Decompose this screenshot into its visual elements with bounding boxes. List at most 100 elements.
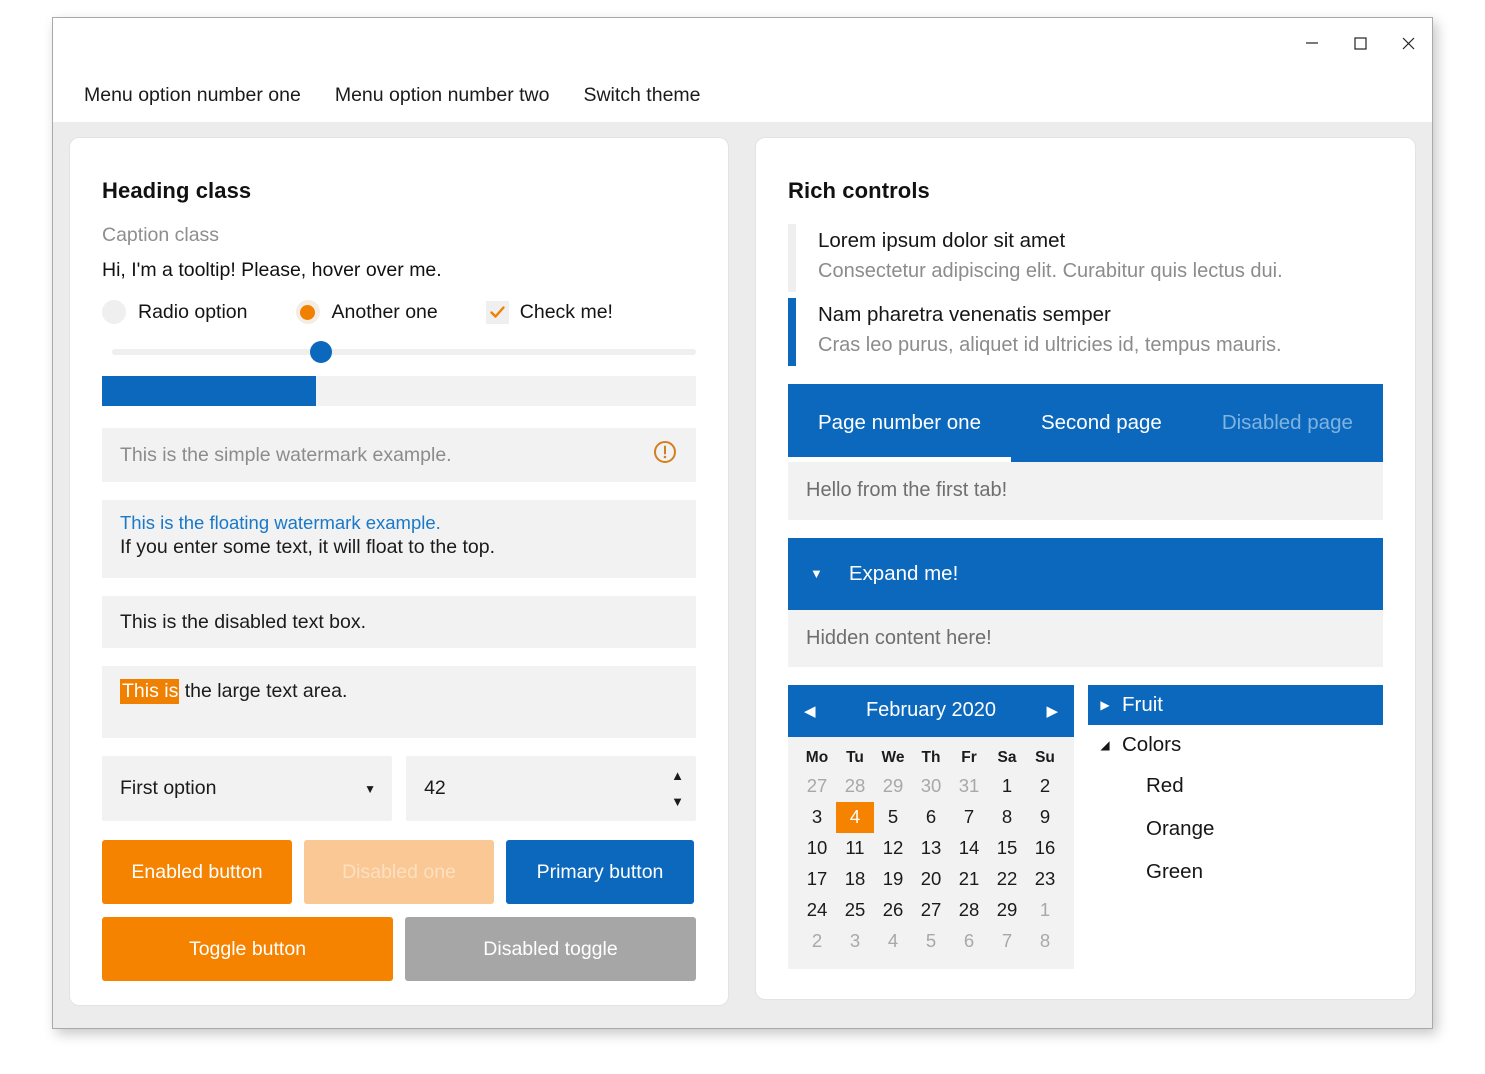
calendar-day[interactable]: 11 [836,833,874,864]
calendar-day[interactable]: 29 [874,771,912,802]
tree-child-red[interactable]: Red [1088,765,1383,808]
calendar-week-row: 3456789 [798,801,1064,833]
calendar-day[interactable]: 2 [1026,771,1064,802]
list-item-accent-bar [788,297,796,366]
calendar-day[interactable]: 28 [950,895,988,926]
calendar-day[interactable]: 1 [1026,895,1064,926]
calendar-day[interactable]: 5 [874,802,912,833]
slider[interactable] [102,338,696,366]
menu-bar: Menu option number one Menu option numbe… [53,68,1432,122]
right-heading: Rich controls [788,178,930,203]
large-textarea[interactable]: This is the large text area. [102,666,696,738]
spinner-arrows[interactable]: ▲ ▼ [671,756,684,821]
dropdown-select[interactable]: First option ▼ [102,756,393,821]
calendar-day[interactable]: 21 [950,864,988,895]
tree-node-fruit[interactable]: ▶ Fruit [1088,684,1383,725]
calendar-day[interactable]: 27 [798,771,836,802]
primary-button[interactable]: Primary button [506,840,694,904]
calendar-day[interactable]: 10 [798,833,836,864]
calendar-day[interactable]: 23 [1026,864,1064,895]
tab-page-number-one[interactable]: Page number one [788,384,1011,462]
calendar-day[interactable]: 6 [912,802,950,833]
calendar-day[interactable]: 7 [950,802,988,833]
calendar-day[interactable]: 28 [836,771,874,802]
calendar-day[interactable]: 13 [912,833,950,864]
title-bar [53,18,1432,68]
calendar-day[interactable]: 18 [836,864,874,895]
calendar-day[interactable]: 30 [912,771,950,802]
toggle-button[interactable]: Toggle button [102,917,393,981]
minimize-button[interactable] [1288,18,1336,68]
calendar-day[interactable]: 2 [798,926,836,957]
left-panel: Heading class Caption class Hi, I'm a to… [69,137,729,1006]
number-spinner[interactable]: 42 ▲ ▼ [406,756,696,821]
calendar-day[interactable]: 5 [912,926,950,957]
calendar-day[interactable]: 4 [836,801,874,833]
calendar-day[interactable]: 7 [988,926,1026,957]
calendar-day[interactable]: 22 [988,864,1026,895]
chevron-down-icon[interactable]: ◢ [1088,738,1122,752]
calendar-day[interactable]: 14 [950,833,988,864]
tree-child-orange[interactable]: Orange [1088,808,1383,851]
menu-item-switch-theme[interactable]: Switch theme [566,78,717,113]
progress-bar [102,376,696,406]
checkmark-icon [485,300,509,324]
list-item[interactable]: Nam pharetra venenatis semper Cras leo p… [788,297,1383,366]
textarea-selection: This is [120,679,180,704]
maximize-button[interactable] [1336,18,1384,68]
slider-track [112,349,696,355]
tree-child-green[interactable]: Green [1088,851,1383,894]
simple-watermark-textbox[interactable]: This is the simple watermark example. [102,428,696,482]
calendar-day[interactable]: 29 [988,895,1026,926]
calendar-day[interactable]: 8 [1026,926,1064,957]
calendar-dow-row: Mo Tu We Th Fr Sa Su [798,745,1064,771]
calendar-day[interactable]: 15 [988,833,1026,864]
tooltip-label[interactable]: Hi, I'm a tooltip! Please, hover over me… [102,259,696,282]
disabled-textbox-value: This is the disabled text box. [120,610,367,633]
calendar-day[interactable]: 20 [912,864,950,895]
calendar-day[interactable]: 17 [798,864,836,895]
chevron-right-icon[interactable]: ▶ [1088,698,1122,712]
button-row-primary: Enabled button Disabled one Primary butt… [102,840,696,904]
list-item-subtitle: Consectetur adipiscing elit. Curabitur q… [818,259,1283,282]
radio-option-one-label: Radio option [138,300,248,323]
calendar-day[interactable]: 8 [988,802,1026,833]
list-item[interactable]: Lorem ipsum dolor sit amet Consectetur a… [788,224,1383,292]
calendar-day[interactable]: 26 [874,895,912,926]
calendar-day[interactable]: 16 [1026,833,1064,864]
radio-option-one[interactable]: Radio option [102,300,248,324]
progress-bar-fill [102,376,316,406]
calendar-day[interactable]: 27 [912,895,950,926]
tab-second-page[interactable]: Second page [1011,384,1192,462]
calendar-title[interactable]: February 2020 [866,699,996,722]
calendar-day[interactable]: 31 [950,771,988,802]
enabled-button[interactable]: Enabled button [102,840,292,904]
calendar-day[interactable]: 19 [874,864,912,895]
close-button[interactable] [1384,18,1432,68]
expander-header[interactable]: ▼ Expand me! [788,537,1383,610]
calendar-day[interactable]: 24 [798,895,836,926]
spinner-down-icon[interactable]: ▼ [671,795,684,808]
slider-thumb[interactable] [309,341,332,363]
expander: ▼ Expand me! Hidden content here! [788,537,1383,667]
calendar-day[interactable]: 3 [798,802,836,833]
calendar-next-icon[interactable]: ▶ [1046,702,1058,720]
spinner-up-icon[interactable]: ▲ [671,769,684,782]
menu-item-two[interactable]: Menu option number two [318,78,567,113]
calendar-day[interactable]: 12 [874,833,912,864]
calendar-day[interactable]: 6 [950,926,988,957]
calendar-prev-icon[interactable]: ◀ [804,702,816,720]
tree-view: ▶ Fruit ◢ Colors Red Orange Green [1088,684,1383,969]
calendar-day[interactable]: 1 [988,771,1026,802]
menu-item-one[interactable]: Menu option number one [67,78,318,113]
calendar-day[interactable]: 9 [1026,802,1064,833]
floating-watermark-textbox[interactable]: This is the floating watermark example. … [102,500,696,578]
calendar-dow: Fr [961,748,977,766]
checkbox-check-me[interactable]: Check me! [485,300,613,324]
calendar-day[interactable]: 25 [836,895,874,926]
calendar-day[interactable]: 4 [874,926,912,957]
calendar-day[interactable]: 3 [836,926,874,957]
radio-option-two[interactable]: Another one [295,300,438,324]
tree-node-colors[interactable]: ◢ Colors [1088,725,1383,765]
tab-header: Page number one Second page Disabled pag… [788,383,1383,462]
